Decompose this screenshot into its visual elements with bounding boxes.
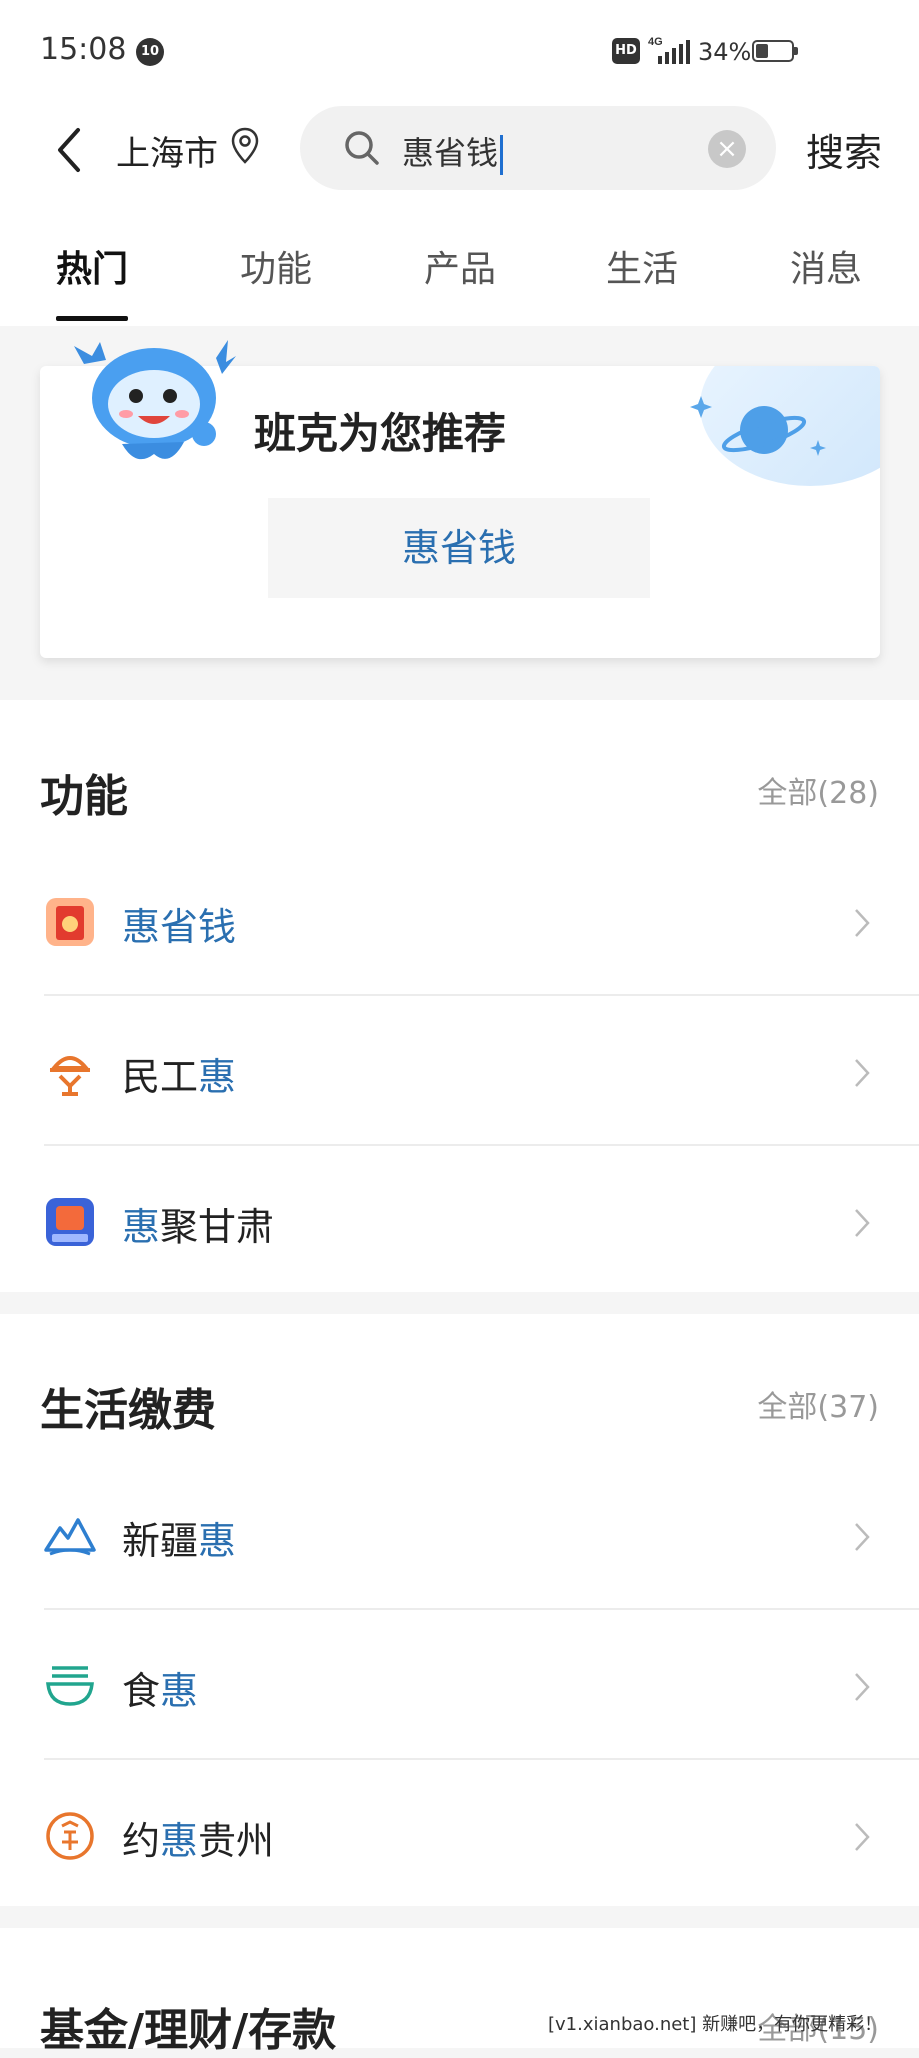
status-time: 15:08 — [40, 32, 127, 67]
view-all-link[interactable]: 全部(28) — [757, 768, 879, 812]
mountain-icon — [44, 1518, 96, 1556]
city-selector[interactable]: 上海市 — [116, 126, 218, 175]
chevron-right-icon — [855, 1673, 870, 1701]
section-title: 基金/理财/存款 — [40, 2005, 337, 2056]
list-item[interactable]: 惠省钱 — [0, 846, 919, 996]
recommend-chip[interactable]: 惠省钱 — [268, 498, 650, 598]
section-title: 生活缴费 — [40, 1385, 216, 1436]
planet-icon — [690, 396, 826, 456]
guizhou-seal-icon — [46, 1812, 94, 1860]
category-tabs: 热门 功能 产品 生活 消息 — [0, 230, 919, 326]
tab-product[interactable]: 产品 — [424, 240, 496, 292]
hd-icon: HD — [612, 38, 640, 64]
list-item[interactable]: 惠聚甘肃 — [0, 1146, 919, 1296]
view-all-link[interactable]: 全部(37) — [757, 1382, 879, 1426]
life-payment-section: 生活缴费 全部(37) 新疆惠 食惠 约惠贵州 — [0, 1314, 919, 1906]
network-type-label: 4G — [648, 36, 663, 48]
recommend-title: 班克为您推荐 — [254, 409, 507, 458]
chevron-right-icon — [855, 1059, 870, 1087]
section-title: 功能 — [40, 771, 128, 822]
chevron-right-icon — [855, 1823, 870, 1851]
item-label: 约惠贵州 — [122, 1819, 275, 1863]
search-input[interactable]: 惠省钱 × — [300, 106, 776, 190]
list-item[interactable]: 民工惠 — [0, 996, 919, 1146]
list-item[interactable]: 新疆惠 — [0, 1460, 919, 1610]
notification-count-badge: 10 — [136, 38, 164, 66]
chevron-right-icon — [855, 909, 870, 937]
tab-active-indicator — [56, 316, 128, 321]
text-caret — [500, 135, 504, 175]
mascot-icon — [74, 340, 236, 460]
gansu-app-icon — [46, 1198, 94, 1246]
chevron-right-icon — [855, 1209, 870, 1237]
item-label: 新疆惠 — [122, 1519, 237, 1563]
search-value[interactable]: 惠省钱 — [402, 128, 504, 175]
tab-function[interactable]: 功能 — [240, 240, 312, 292]
back-arrow-icon[interactable] — [50, 122, 90, 178]
chevron-right-icon — [855, 1523, 870, 1551]
signal-icon: 4G — [648, 36, 690, 64]
location-pin-icon[interactable] — [230, 126, 260, 166]
functions-section: 功能 全部(28) 惠省钱 民工惠 惠聚甘肃 — [0, 700, 919, 1292]
tab-message[interactable]: 消息 — [790, 240, 862, 292]
red-packet-icon — [46, 898, 94, 946]
item-label: 惠聚甘肃 — [122, 1205, 275, 1249]
bowl-icon — [46, 1666, 94, 1706]
tab-life[interactable]: 生活 — [606, 240, 678, 292]
item-label: 民工惠 — [122, 1055, 237, 1099]
watermark-text: [v1.xianbao.net] 新赚吧，有你更精彩！ — [548, 2014, 883, 2035]
list-item[interactable]: 约惠贵州 — [0, 1760, 919, 1910]
list-item[interactable]: 食惠 — [0, 1610, 919, 1760]
search-button[interactable]: 搜索 — [806, 122, 882, 177]
tab-hot[interactable]: 热门 — [56, 240, 128, 292]
search-icon — [345, 131, 379, 165]
battery-percent: 34% — [698, 38, 752, 66]
clear-icon[interactable]: × — [708, 130, 746, 168]
battery-icon — [752, 40, 798, 62]
item-label: 惠省钱 — [122, 905, 237, 949]
status-bar: 15:08 10 HD 4G 34% — [0, 0, 919, 100]
worker-helmet-icon — [49, 1056, 91, 1096]
item-label: 食惠 — [122, 1669, 199, 1713]
header-area: 15:08 10 HD 4G 34% 上海市 惠省钱 × 搜索 热门 功能 产品… — [0, 0, 919, 326]
